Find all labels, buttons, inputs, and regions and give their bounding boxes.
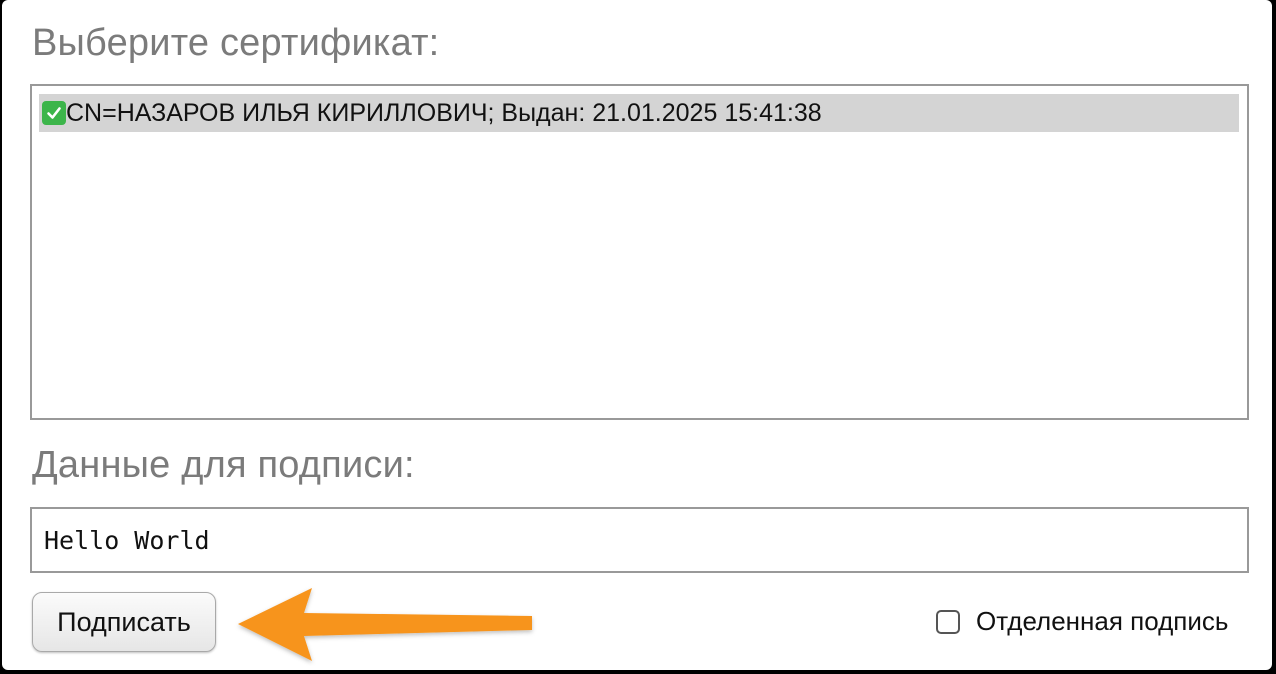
certificate-section-title: Выберите сертификат: [32, 22, 440, 64]
sign-data-input[interactable] [30, 507, 1249, 573]
check-mark-button-icon [42, 101, 66, 125]
signing-form: Выберите сертификат: CN=НАЗАРОВ ИЛЬЯ КИР… [2, 0, 1272, 670]
detached-signature-checkbox[interactable] [936, 609, 960, 634]
certificate-list[interactable]: CN=НАЗАРОВ ИЛЬЯ КИРИЛЛОВИЧ; Выдан: 21.01… [30, 84, 1249, 420]
detached-signature-label[interactable]: Отделенная подпись [976, 606, 1228, 637]
certificate-list-item[interactable]: CN=НАЗАРОВ ИЛЬЯ КИРИЛЛОВИЧ; Выдан: 21.01… [39, 94, 1239, 132]
certificate-label: CN=НАЗАРОВ ИЛЬЯ КИРИЛЛОВИЧ; Выдан: 21.01… [66, 98, 822, 127]
left-arrow-annotation-icon [238, 588, 532, 661]
detached-signature-option[interactable]: Отделенная подпись [936, 606, 1228, 637]
data-section-title: Данные для подписи: [32, 444, 415, 486]
sign-button[interactable]: Подписать [32, 592, 216, 652]
